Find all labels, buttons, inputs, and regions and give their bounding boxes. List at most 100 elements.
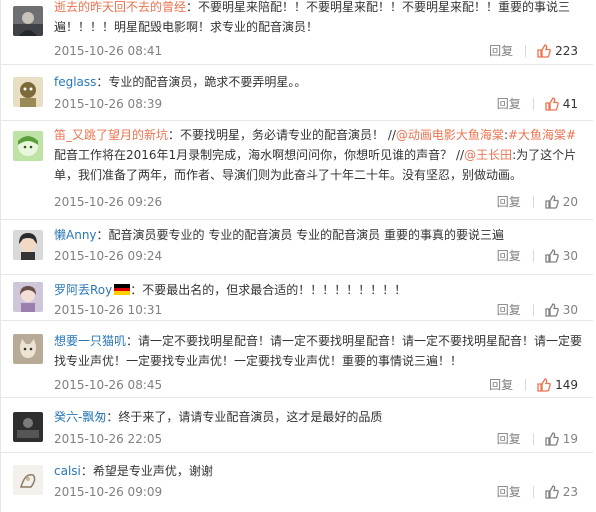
comment-body: 罗阿丢Roy ：不要最出名的，但求最合适的！！！！！！！！！ bbox=[54, 280, 584, 300]
comment-username[interactable]: 罗阿丢Roy bbox=[54, 283, 112, 297]
thumbs-up-icon bbox=[537, 378, 551, 392]
reply-button[interactable]: 回复 bbox=[497, 192, 521, 212]
comment-meta: 2015-10-26 10:31 回复 30 bbox=[54, 300, 578, 320]
like-button[interactable]: 30 bbox=[545, 246, 578, 266]
comment-text: ：不要找明星，务必请专业的配音演员！ // bbox=[168, 128, 396, 142]
comment-meta: 2015-10-26 09:09 回复 23 bbox=[54, 482, 578, 502]
comment-actions: 回复 23 bbox=[497, 482, 578, 502]
comment-actions: 回复 149 bbox=[489, 375, 578, 395]
comment-actions: 回复 19 bbox=[497, 429, 578, 449]
like-count: 23 bbox=[562, 485, 578, 499]
thumbs-up-icon bbox=[545, 249, 559, 263]
comment-item: 想要一只猫叽：请一定不要找明星配音！请一定不要找明星配音！请一定不要找明星配音！… bbox=[1, 321, 593, 398]
thumbs-up-icon bbox=[545, 97, 559, 111]
comment-body: 逝去的昨天回不去的曾经：不要明星来陪配！！不要明星来配！！不要明星来配！！重要的… bbox=[54, 0, 584, 37]
comment-username[interactable]: 癸六-飘匆 bbox=[54, 410, 106, 424]
comment-body: 笛_又跳了望月的新坑：不要找明星，务必请专业的配音演员！ //@动画电影大鱼海棠… bbox=[54, 125, 584, 185]
comment-actions: 回复 41 bbox=[497, 94, 578, 114]
hashtag-link[interactable]: #大鱼海棠# bbox=[508, 128, 576, 142]
reply-button[interactable]: 回复 bbox=[497, 94, 521, 114]
action-divider bbox=[532, 304, 534, 316]
thumbs-up-icon bbox=[545, 195, 559, 209]
comment-meta: 2015-10-26 09:24 回复 30 bbox=[54, 246, 578, 266]
like-count: 41 bbox=[562, 97, 578, 111]
like-button[interactable]: 30 bbox=[545, 300, 578, 320]
comment-body: calsi：希望是专业声优，谢谢 bbox=[54, 461, 584, 481]
comment-timestamp: 2015-10-26 10:31 bbox=[54, 303, 163, 317]
action-divider bbox=[532, 486, 534, 498]
like-button[interactable]: 20 bbox=[545, 192, 578, 212]
like-count: 223 bbox=[555, 44, 578, 58]
comment-timestamp: 2015-10-26 08:45 bbox=[54, 378, 163, 392]
like-count: 149 bbox=[555, 378, 578, 392]
avatar-sketch-icon[interactable] bbox=[13, 465, 43, 495]
comment-actions: 回复 223 bbox=[489, 41, 578, 61]
mention-link[interactable]: @动画电影大鱼海棠 bbox=[396, 128, 504, 142]
avatar-girl-icon[interactable] bbox=[13, 230, 43, 260]
comment-body: 想要一只猫叽：请一定不要找明星配音！请一定不要找明星配音！请一定不要找明星配音！… bbox=[54, 331, 584, 371]
avatar-dark-icon[interactable] bbox=[13, 412, 43, 442]
avatar-photo-icon[interactable] bbox=[13, 282, 43, 312]
germany-flag-icon bbox=[114, 284, 131, 295]
comment-text: ：终于来了，请请专业配音演员，这才是最好的品质 bbox=[106, 410, 383, 424]
like-count: 19 bbox=[562, 432, 578, 446]
comment-username[interactable]: 笛_又跳了望月的新坑 bbox=[54, 128, 168, 142]
like-count: 20 bbox=[562, 195, 578, 209]
action-divider bbox=[532, 196, 534, 208]
comment-timestamp: 2015-10-26 22:05 bbox=[54, 432, 163, 446]
comment-username[interactable]: 懒Anny bbox=[54, 228, 97, 242]
comment-meta: 2015-10-26 09:26 回复 20 bbox=[54, 192, 578, 212]
comment-text: ：配音演员要专业的 专业的配音演员 专业的配音演员 重要的事真的要说三遍 bbox=[96, 228, 504, 242]
comment-item: 笛_又跳了望月的新坑：不要找明星，务必请专业的配音演员！ //@动画电影大鱼海棠… bbox=[1, 121, 593, 220]
comment-username[interactable]: calsi bbox=[54, 464, 81, 478]
comment-username[interactable]: 逝去的昨天回不去的曾经 bbox=[54, 0, 186, 14]
reply-button[interactable]: 回复 bbox=[497, 429, 521, 449]
comment-item: calsi：希望是专业声优，谢谢 2015-10-26 09:09 回复 23 bbox=[1, 453, 593, 512]
reply-button[interactable]: 回复 bbox=[497, 300, 521, 320]
comment-text: ：不要最出名的，但求最合适的！！！！！！！！！ bbox=[130, 283, 407, 297]
like-button[interactable]: 23 bbox=[545, 482, 578, 502]
action-divider bbox=[525, 45, 527, 57]
comment-item: 逝去的昨天回不去的曾经：不要明星来陪配！！不要明星来配！！不要明星来配！！重要的… bbox=[1, 0, 593, 65]
like-count: 30 bbox=[562, 303, 578, 317]
comment-username[interactable]: feglass bbox=[54, 75, 96, 89]
comment-timestamp: 2015-10-26 09:26 bbox=[54, 195, 163, 209]
action-divider bbox=[532, 250, 534, 262]
comment-text: ：专业的配音演员，跪求不要弄明星。。 bbox=[96, 75, 307, 89]
thumbs-up-icon bbox=[545, 303, 559, 317]
avatar-cat-icon[interactable] bbox=[13, 334, 43, 364]
thumbs-up-icon bbox=[545, 485, 559, 499]
comment-meta: 2015-10-26 22:05 回复 19 bbox=[54, 429, 578, 449]
comment-actions: 回复 30 bbox=[497, 300, 578, 320]
avatar-portrait-icon[interactable] bbox=[13, 6, 43, 36]
comment-meta: 2015-10-26 08:45 回复 149 bbox=[54, 375, 578, 395]
action-divider bbox=[525, 379, 527, 391]
like-button[interactable]: 19 bbox=[545, 429, 578, 449]
reply-button[interactable]: 回复 bbox=[489, 375, 513, 395]
comment-username[interactable]: 想要一只猫叽 bbox=[54, 334, 126, 348]
action-divider bbox=[532, 98, 534, 110]
comment-item: 罗阿丢Roy ：不要最出名的，但求最合适的！！！！！！！！！ 2015-10-26… bbox=[1, 275, 593, 321]
comment-text: 配音工作将在2016年1月录制完成，海水啊想问问你，你想听见谁的声音？ // bbox=[54, 148, 465, 162]
comment-timestamp: 2015-10-26 08:41 bbox=[54, 44, 163, 58]
like-button[interactable]: 149 bbox=[537, 375, 578, 395]
mention-link[interactable]: @王长田 bbox=[464, 148, 512, 162]
comment-text: ：希望是专业声优，谢谢 bbox=[80, 464, 213, 478]
comment-feed: 逝去的昨天回不去的曾经：不要明星来陪配！！不要明星来配！！不要明星来配！！重要的… bbox=[0, 0, 596, 512]
thumbs-up-icon bbox=[537, 44, 551, 58]
comment-body: feglass：专业的配音演员，跪求不要弄明星。。 bbox=[54, 72, 584, 92]
like-button[interactable]: 41 bbox=[545, 94, 578, 114]
comment-item: 懒Anny：配音演员要专业的 专业的配音演员 专业的配音演员 重要的事真的要说三… bbox=[1, 220, 593, 275]
avatar-anime-icon[interactable] bbox=[13, 131, 43, 161]
comment-text: ：请一定不要找明星配音！请一定不要找明星配音！请一定不要找明星配音！请一定要找专… bbox=[54, 334, 583, 368]
like-count: 30 bbox=[562, 249, 578, 263]
comment-actions: 回复 30 bbox=[497, 246, 578, 266]
avatar-cartoon-icon[interactable] bbox=[13, 77, 43, 107]
comment-item: feglass：专业的配音演员，跪求不要弄明星。。 2015-10-26 08:… bbox=[1, 65, 593, 121]
reply-button[interactable]: 回复 bbox=[497, 482, 521, 502]
action-divider bbox=[532, 433, 534, 445]
reply-button[interactable]: 回复 bbox=[497, 246, 521, 266]
comment-actions: 回复 20 bbox=[497, 192, 578, 212]
reply-button[interactable]: 回复 bbox=[489, 41, 513, 61]
like-button[interactable]: 223 bbox=[537, 41, 578, 61]
